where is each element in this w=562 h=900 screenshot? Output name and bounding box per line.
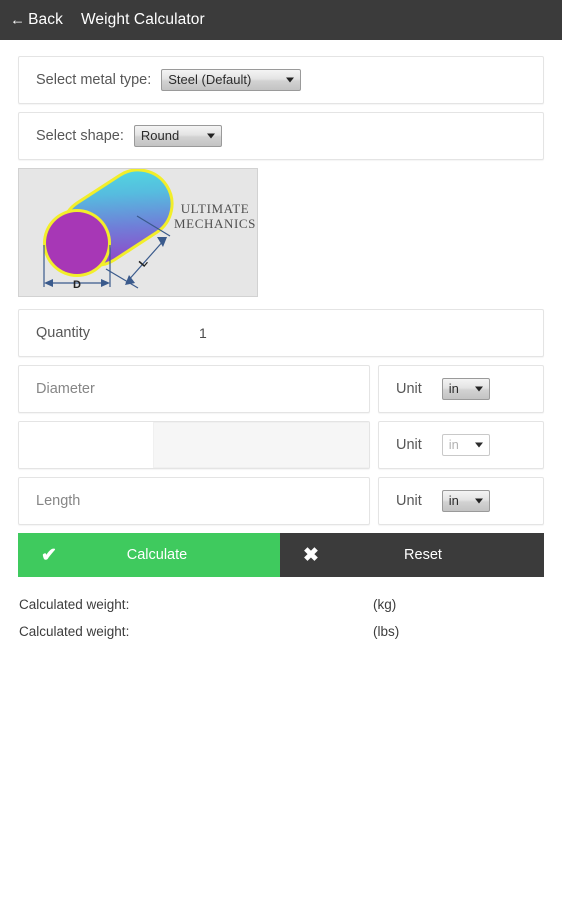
page-title: Weight Calculator: [80, 11, 205, 28]
diameter-unit-select[interactable]: in: [441, 378, 490, 400]
length-field-card[interactable]: [18, 477, 370, 525]
metal-type-row: Select metal type: Steel (Default): [18, 56, 544, 104]
calculate-button-label: Calculate: [126, 547, 188, 563]
result-label-lbs: Calculated weight:: [19, 624, 130, 639]
length-unit-label: Unit: [396, 493, 422, 509]
secondary-unit-value: in: [448, 437, 459, 452]
result-label-kg: Calculated weight:: [19, 597, 130, 612]
chevron-down-icon: [206, 133, 215, 139]
shape-selected-value: Round: [140, 128, 180, 143]
chevron-down-icon: [474, 442, 483, 448]
metal-type-select[interactable]: Steel (Default): [161, 69, 302, 91]
round-bar-diagram-svg: D L ULTIMATE MECHANICS: [19, 169, 257, 296]
back-button[interactable]: ← Back: [10, 11, 63, 29]
secondary-unit-card: Unit in: [378, 421, 544, 469]
result-unit-lbs: (lbs): [373, 624, 400, 639]
diameter-field-card[interactable]: [18, 365, 370, 413]
secondary-unit-select: in: [441, 434, 490, 456]
shape-select[interactable]: Round: [133, 125, 222, 147]
chevron-down-icon: [286, 77, 295, 83]
secondary-input-greyed: [153, 422, 369, 468]
quantity-row[interactable]: Quantity 1: [18, 309, 544, 357]
secondary-input-blank: [19, 422, 153, 468]
chevron-down-icon: [474, 498, 483, 504]
diameter-unit-value: in: [448, 381, 459, 396]
shape-diagram: D L ULTIMATE MECHANICS: [18, 168, 258, 297]
diameter-input[interactable]: [19, 366, 369, 412]
reset-button[interactable]: ✖ Reset: [280, 533, 544, 577]
secondary-field-card: [18, 421, 370, 469]
page-content: Select metal type: Steel (Default) Selec…: [0, 40, 562, 645]
length-row: Unit in: [18, 477, 544, 525]
arrow-left-icon: ←: [10, 11, 26, 28]
calculate-button[interactable]: ✔ Calculate: [18, 533, 280, 577]
metal-type-selected-value: Steel (Default): [168, 72, 252, 87]
app-bar: ← Back Weight Calculator: [0, 0, 562, 40]
diameter-row: Unit in: [18, 365, 544, 413]
result-row-lbs: Calculated weight: (lbs): [18, 618, 544, 645]
result-unit-kg: (kg): [373, 597, 397, 612]
quantity-label: Quantity: [36, 325, 90, 341]
metal-type-label: Select metal type:: [36, 72, 152, 88]
length-input[interactable]: [19, 478, 369, 524]
shape-row: Select shape: Round: [18, 112, 544, 160]
diameter-unit-card: Unit in: [378, 365, 544, 413]
chevron-down-icon: [474, 386, 483, 392]
diameter-dim-label: D: [73, 279, 81, 291]
diameter-unit-label: Unit: [396, 381, 422, 397]
back-button-label: Back: [28, 11, 63, 28]
secondary-unit-label: Unit: [396, 437, 422, 453]
secondary-row: Unit in: [18, 421, 544, 469]
reset-button-label: Reset: [404, 547, 442, 563]
action-bar: ✔ Calculate ✖ Reset: [18, 533, 544, 577]
quantity-value: 1: [199, 325, 207, 341]
length-unit-card: Unit in: [378, 477, 544, 525]
brand-line-1: ULTIMATE: [181, 201, 250, 216]
close-icon: ✖: [303, 544, 319, 566]
brand-line-2: MECHANICS: [174, 216, 256, 231]
secondary-input-disabled: [19, 422, 369, 468]
shape-label: Select shape:: [36, 128, 124, 144]
result-row-kg: Calculated weight: (kg): [18, 591, 544, 618]
length-unit-select[interactable]: in: [441, 490, 490, 512]
check-icon: ✔: [41, 544, 57, 566]
length-unit-value: in: [448, 493, 459, 508]
